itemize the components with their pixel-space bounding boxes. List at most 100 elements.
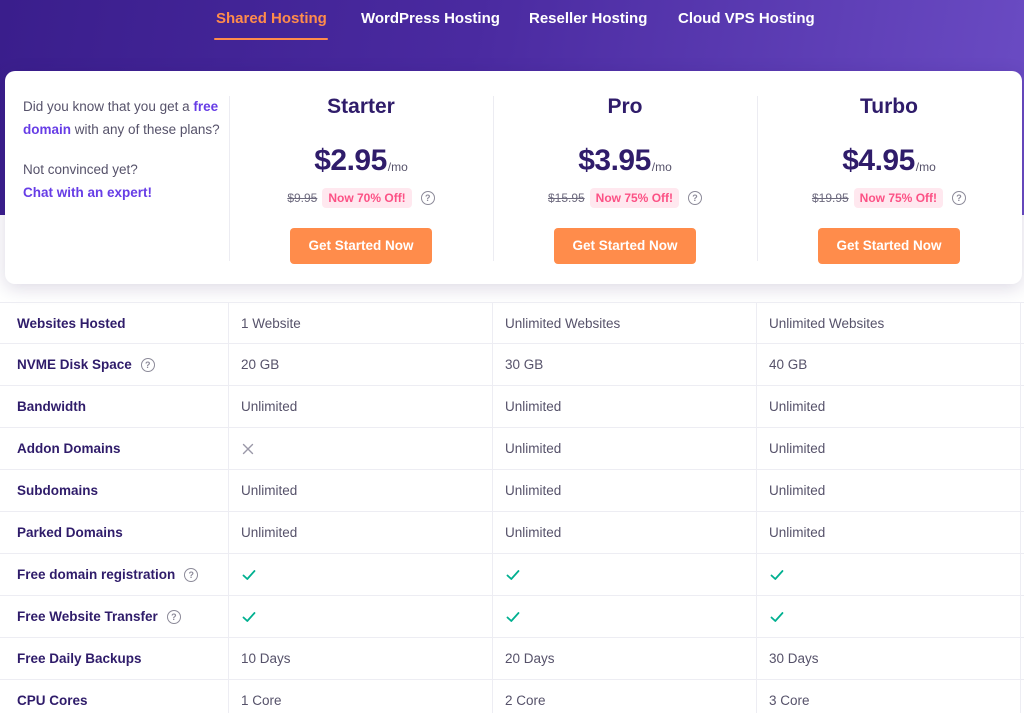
table-row: NVME Disk Space? 20 GB 30 GB 40 GB (0, 344, 1024, 386)
feature-label-text: Websites Hosted (17, 316, 126, 331)
price-period: /mo (387, 160, 408, 174)
feature-label-text: Free Website Transfer (17, 609, 158, 624)
help-icon[interactable]: ? (166, 610, 181, 624)
feature-value: Unlimited (241, 483, 298, 498)
table-row: CPU Cores 1 Core 2 Core 3 Core (0, 680, 1024, 713)
cross-icon (241, 428, 255, 470)
feature-value: Unlimited (769, 441, 826, 456)
old-price: $19.95 (811, 191, 849, 205)
plan-price: $4.95 (842, 144, 915, 177)
plan-price: $2.95 (314, 144, 387, 177)
feature-value: Unlimited (769, 483, 826, 498)
active-tab-indicator (214, 38, 328, 40)
tab-wordpress-hosting[interactable]: WordPress Hosting (361, 10, 500, 27)
feature-value: 20 GB (241, 357, 280, 372)
feature-label-text: Parked Domains (17, 525, 123, 540)
feature-value: 2 Core (505, 693, 546, 708)
feature-label: Addon Domains (17, 428, 121, 470)
feature-value: 30 GB (505, 357, 544, 372)
feature-label: Free Website Transfer? (17, 596, 181, 638)
feature-label: Bandwidth (17, 386, 86, 428)
old-price: $9.95 (287, 191, 318, 205)
table-row: Websites Hosted 1 Website Unlimited Websit… (0, 302, 1024, 344)
plan-name: Turbo (860, 95, 918, 118)
plan-starter: Starter $2.95 /mo $9.95 Now 70% Off! ? G… (229, 95, 493, 264)
feature-value: Unlimited (505, 399, 562, 414)
table-row: Free Website Transfer? (0, 596, 1024, 638)
tab-reseller-hosting[interactable]: Reseller Hosting (529, 10, 647, 27)
feature-value: Unlimited Websites (505, 316, 621, 331)
promo-line-1: Did you know that you get a (23, 99, 190, 114)
table-row: Bandwidth Unlimited Unlimited Unlimited (0, 386, 1024, 428)
price-period: /mo (651, 160, 672, 174)
feature-value: Unlimited (505, 525, 562, 540)
help-icon[interactable]: ? (952, 191, 967, 205)
get-started-button-starter[interactable]: Get Started Now (290, 228, 432, 264)
feature-label: Free domain registration? (17, 554, 199, 596)
discount-badge: Now 70% Off! (322, 188, 412, 208)
price-period: /mo (915, 160, 936, 174)
check-icon (505, 554, 521, 596)
table-row: Subdomains Unlimited Unlimited Unlimited (0, 470, 1024, 512)
feature-value: Unlimited (241, 525, 298, 540)
feature-value: Unlimited Websites (769, 316, 885, 331)
promo-text: Did you know that you get a free domain … (23, 96, 223, 204)
feature-label-text: Free domain registration (17, 567, 176, 582)
feature-value: 1 Website (241, 316, 301, 331)
feature-comparison-table: Websites Hosted 1 Website Unlimited Websit… (0, 302, 1024, 713)
get-started-button-turbo[interactable]: Get Started Now (818, 228, 960, 264)
promo-line-1-end: with any of these plans? (74, 121, 220, 137)
check-icon (241, 554, 257, 596)
plan-name: Starter (327, 95, 395, 118)
tab-cloud-vps-hosting[interactable]: Cloud VPS Hosting (678, 10, 815, 27)
feature-value: 1 Core (241, 693, 282, 708)
feature-label-text: Free Daily Backups (17, 651, 142, 666)
help-icon[interactable]: ? (140, 358, 155, 372)
feature-label: Websites Hosted (17, 303, 126, 345)
tab-shared-hosting[interactable]: Shared Hosting (216, 10, 327, 27)
discount-badge: Now 75% Off! (853, 188, 944, 208)
feature-label: Free Daily Backups (17, 638, 142, 680)
table-row: Free domain registration? (0, 554, 1024, 596)
hosting-tabs: Shared Hosting WordPress Hosting Reselle… (0, 0, 1024, 44)
plan-turbo: Turbo $4.95 /mo $19.95 Now 75% Off! ? Ge… (757, 95, 1021, 264)
help-icon[interactable]: ? (184, 568, 199, 582)
check-icon (769, 554, 785, 596)
feature-value: 40 GB (769, 357, 808, 372)
promo-line-2: Not convinced yet? (23, 162, 138, 177)
feature-value: 30 Days (769, 651, 819, 666)
feature-label-text: CPU Cores (17, 693, 88, 708)
feature-value: Unlimited (241, 399, 298, 414)
feature-value: Unlimited (505, 483, 562, 498)
help-icon[interactable]: ? (420, 191, 435, 205)
feature-label: NVME Disk Space? (17, 344, 155, 386)
feature-value: Unlimited (505, 441, 562, 456)
table-row: Free Daily Backups 10 Days 20 Days 30 Days (0, 638, 1024, 680)
feature-label-text: Subdomains (17, 483, 99, 498)
check-icon (505, 596, 521, 638)
help-icon[interactable]: ? (688, 191, 703, 205)
plan-price: $3.95 (578, 144, 651, 177)
discount-badge: Now 75% Off! (589, 188, 680, 208)
feature-value: 10 Days (241, 651, 291, 666)
plan-name: Pro (607, 95, 643, 118)
feature-value: 20 Days (505, 651, 555, 666)
table-row: Parked Domains Unlimited Unlimited Unlimite… (0, 512, 1024, 554)
pricing-card: Did you know that you get a free domain … (5, 71, 1022, 284)
feature-label-text: Bandwidth (17, 399, 86, 414)
old-price: $15.95 (547, 191, 585, 205)
chat-expert-link[interactable]: Chat with an expert! (23, 185, 152, 200)
feature-label: Parked Domains (17, 512, 123, 554)
feature-value: Unlimited (769, 525, 826, 540)
feature-label: CPU Cores (17, 680, 88, 713)
feature-value: 3 Core (769, 693, 810, 708)
feature-label: Subdomains (17, 470, 98, 512)
table-row: Addon Domains Unlimited Unlimited (0, 428, 1024, 470)
feature-label-text: Addon Domains (17, 441, 121, 456)
plan-pro: Pro $3.95 /mo $15.95 Now 75% Off! ? Get … (493, 95, 757, 264)
check-icon (241, 596, 257, 638)
get-started-button-pro[interactable]: Get Started Now (554, 228, 696, 264)
check-icon (769, 596, 785, 638)
feature-label-text: NVME Disk Space (17, 357, 132, 372)
feature-value: Unlimited (769, 399, 826, 414)
